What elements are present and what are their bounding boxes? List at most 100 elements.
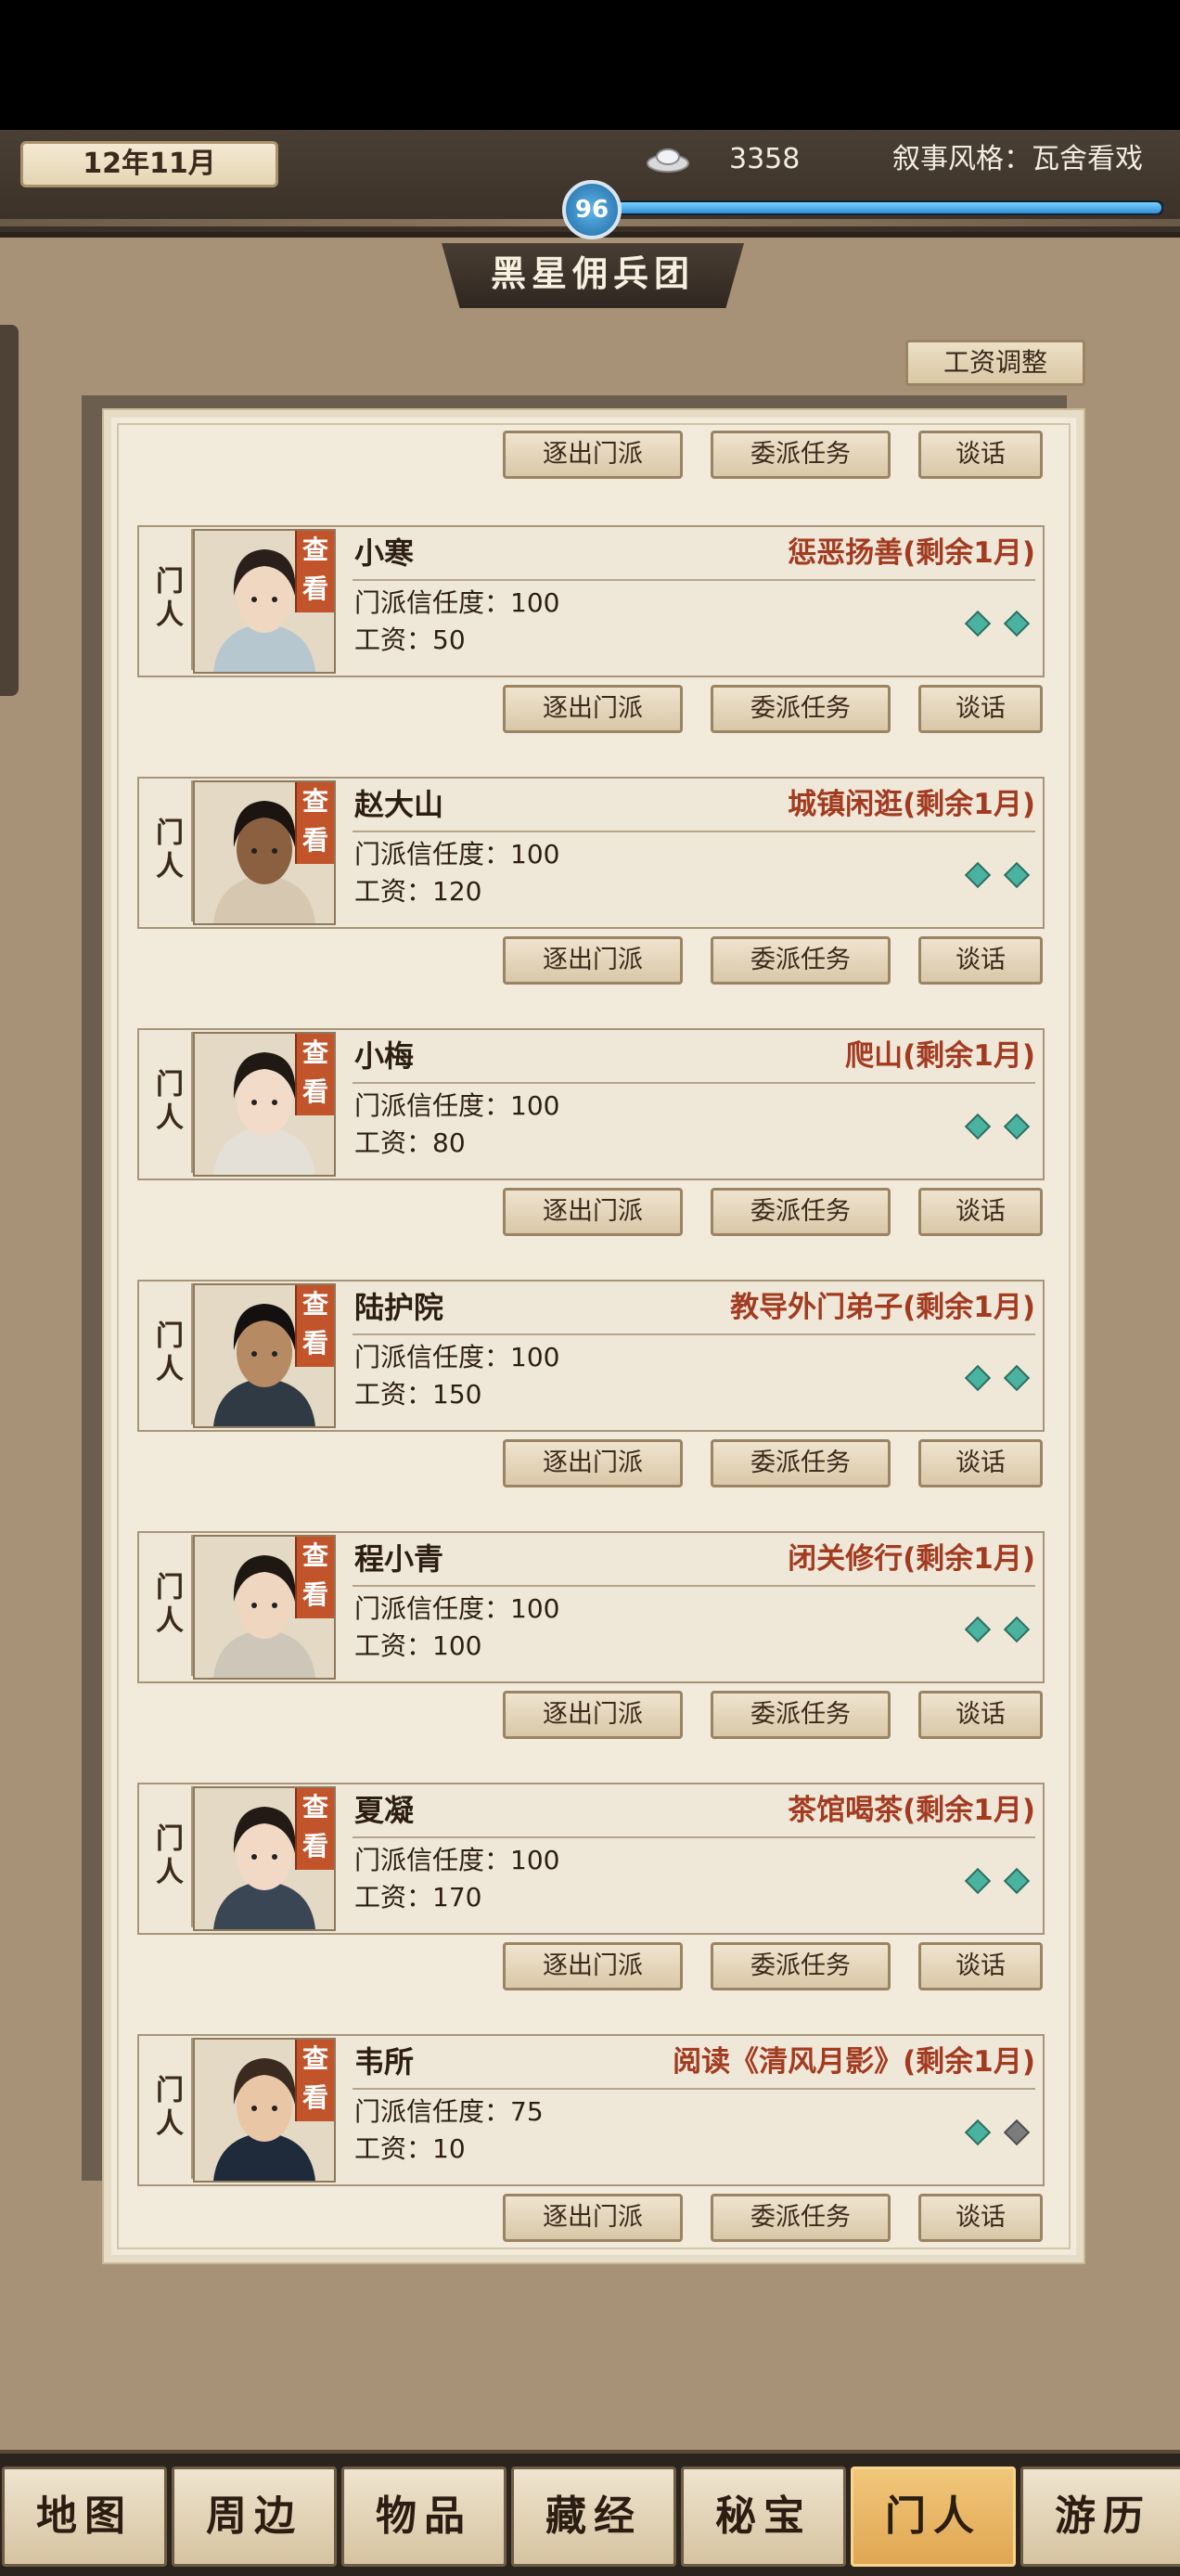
member-portrait[interactable]: 查看 [193,529,336,674]
action-button-row: 逐出门派 委派任务 谈话 [399,1188,1043,1236]
expel-button[interactable]: 逐出门派 [503,1439,683,1488]
member-wage: 工资：100 [354,1630,482,1661]
left-edge-frame [0,325,19,696]
member-portrait[interactable]: 查看 [193,1535,336,1680]
card-side-label: 门人 [141,1032,193,1173]
view-tag-button[interactable]: 查看 [295,1788,334,1870]
expel-button[interactable]: 逐出门派 [503,1188,683,1236]
status-gem-icon [1003,1616,1031,1643]
card-divider [353,1333,1035,1335]
member-card: 门人 查看 陆护院 教导外门弟子(剩余1月) 门派信任度：100 工资：150 [137,1280,1045,1432]
status-gem-icon [1003,1364,1031,1392]
action-button-row: 逐出门派 委派任务 谈话 [399,936,1043,985]
member-trust: 门派信任度：100 [354,1845,560,1875]
member-portrait[interactable]: 查看 [193,1283,336,1428]
wage-adjust-button[interactable]: 工资调整 [905,340,1085,386]
card-side-label: 门人 [141,1786,193,1927]
expel-button[interactable]: 逐出门派 [503,1942,683,1990]
tab-5[interactable]: 门人 [851,2467,1016,2567]
tab-3[interactable]: 藏经 [511,2467,676,2567]
top-bar: 12年11月 3358 叙事风格：瓦舍看戏 96 [0,130,1180,239]
talk-button[interactable]: 谈话 [918,1439,1043,1488]
expel-button[interactable]: 逐出门派 [503,685,683,733]
card-side-label: 门人 [141,1535,193,1676]
talk-button[interactable]: 谈话 [918,1188,1043,1236]
member-name: 赵大山 [354,787,444,822]
assign-task-button[interactable]: 委派任务 [711,936,891,985]
member-wage: 工资：150 [354,1379,482,1410]
action-button-row: 逐出门派 委派任务 谈话 [399,1942,1043,1990]
experience-bar [612,200,1163,215]
bottom-navigation: 地图 周边 物品 藏经 秘宝 门人 游历 [0,2450,1180,2576]
member-trust: 门派信任度：100 [354,587,560,618]
member-trust: 门派信任度：100 [354,1593,560,1624]
expel-button[interactable]: 逐出门派 [503,431,683,479]
card-divider [353,579,1035,581]
talk-button[interactable]: 谈话 [918,2194,1043,2242]
status-gem-icon [1003,2119,1031,2146]
action-button-row: 逐出门派 委派任务 谈话 [399,2194,1043,2242]
assign-task-button[interactable]: 委派任务 [711,685,891,733]
card-divider [353,2088,1035,2090]
member-portrait[interactable]: 查看 [193,1786,336,1931]
status-gem-icon [964,1364,992,1392]
tab-0[interactable]: 地图 [2,2467,167,2567]
card-divider [353,1836,1035,1838]
member-wage: 工资：80 [354,1127,466,1158]
card-side-label: 门人 [141,780,193,921]
silver-ingot-icon [647,148,689,173]
assign-task-button[interactable]: 委派任务 [711,1188,891,1236]
member-task: 城镇闲逛(剩余1月) [788,788,1035,821]
talk-button[interactable]: 谈话 [918,1691,1043,1739]
view-tag-button[interactable]: 查看 [295,782,334,864]
member-trust: 门派信任度：100 [354,839,560,869]
assign-task-button[interactable]: 委派任务 [711,1439,891,1488]
member-wage: 工资：10 [354,2133,466,2164]
member-task: 惩恶扬善(剩余1月) [788,536,1035,570]
member-task: 爬山(剩余1月) [845,1039,1035,1073]
view-tag-button[interactable]: 查看 [295,1285,334,1367]
tab-4[interactable]: 秘宝 [681,2467,846,2567]
card-divider [353,1082,1035,1084]
view-tag-button[interactable]: 查看 [295,1034,334,1115]
talk-button[interactable]: 谈话 [918,431,1043,479]
member-wage: 工资：170 [354,1882,482,1913]
view-tag-button[interactable]: 查看 [295,2040,334,2121]
assign-task-button[interactable]: 委派任务 [711,1942,891,1990]
status-gem-icon [1003,610,1031,638]
status-gem-icon [964,2119,992,2146]
card-side-label: 门人 [141,529,193,670]
member-trust: 门派信任度：75 [354,2096,544,2127]
assign-task-button[interactable]: 委派任务 [711,1691,891,1739]
assign-task-button[interactable]: 委派任务 [711,431,891,479]
status-gem-icon [964,1113,992,1140]
action-button-row: 逐出门派 委派任务 谈话 [399,1439,1043,1488]
card-divider [353,1585,1035,1587]
member-portrait[interactable]: 查看 [193,2038,336,2183]
card-side-label: 门人 [141,1283,193,1424]
view-tag-button[interactable]: 查看 [295,531,334,612]
view-tag-button[interactable]: 查看 [295,1537,334,1618]
tab-2[interactable]: 物品 [341,2467,507,2567]
action-button-row: 逐出门派 委派任务 谈话 [399,431,1043,479]
talk-button[interactable]: 谈话 [918,685,1043,733]
assign-task-button[interactable]: 委派任务 [711,2194,891,2242]
status-bar-area [0,0,1180,130]
expel-button[interactable]: 逐出门派 [503,936,683,985]
expel-button[interactable]: 逐出门派 [503,1691,683,1739]
member-portrait[interactable]: 查看 [193,780,336,925]
narrative-style-label[interactable]: 叙事风格：瓦舍看戏 [892,141,1143,178]
member-portrait[interactable]: 查看 [193,1032,336,1177]
member-name: 小寒 [354,535,415,571]
tab-1[interactable]: 周边 [172,2467,337,2567]
member-name: 夏凝 [354,1793,415,1828]
status-gem-icon [964,610,992,638]
member-card: 门人 查看 夏凝 茶馆喝茶(剩余1月) 门派信任度：100 工资：170 [137,1783,1045,1935]
expel-button[interactable]: 逐出门派 [503,2194,683,2242]
talk-button[interactable]: 谈话 [918,1942,1043,1990]
member-name: 韦所 [354,2044,415,2080]
tab-6[interactable]: 游历 [1020,2467,1180,2567]
talk-button[interactable]: 谈话 [918,936,1043,985]
card-divider [353,831,1035,832]
member-card: 门人 查看 小寒 惩恶扬善(剩余1月) 门派信任度：100 工资：50 [137,525,1045,677]
